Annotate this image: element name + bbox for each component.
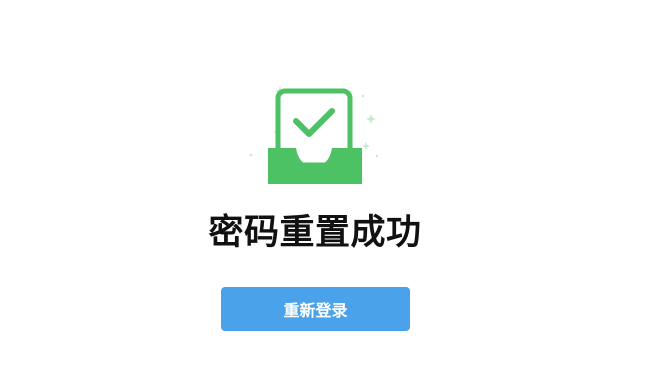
relogin-button[interactable]: 重新登录 [221, 287, 410, 331]
success-inbox-check-icon [249, 86, 379, 184]
page-title: 密码重置成功 [208, 213, 422, 253]
reset-success-page: 密码重置成功 重新登录 [0, 0, 665, 366]
